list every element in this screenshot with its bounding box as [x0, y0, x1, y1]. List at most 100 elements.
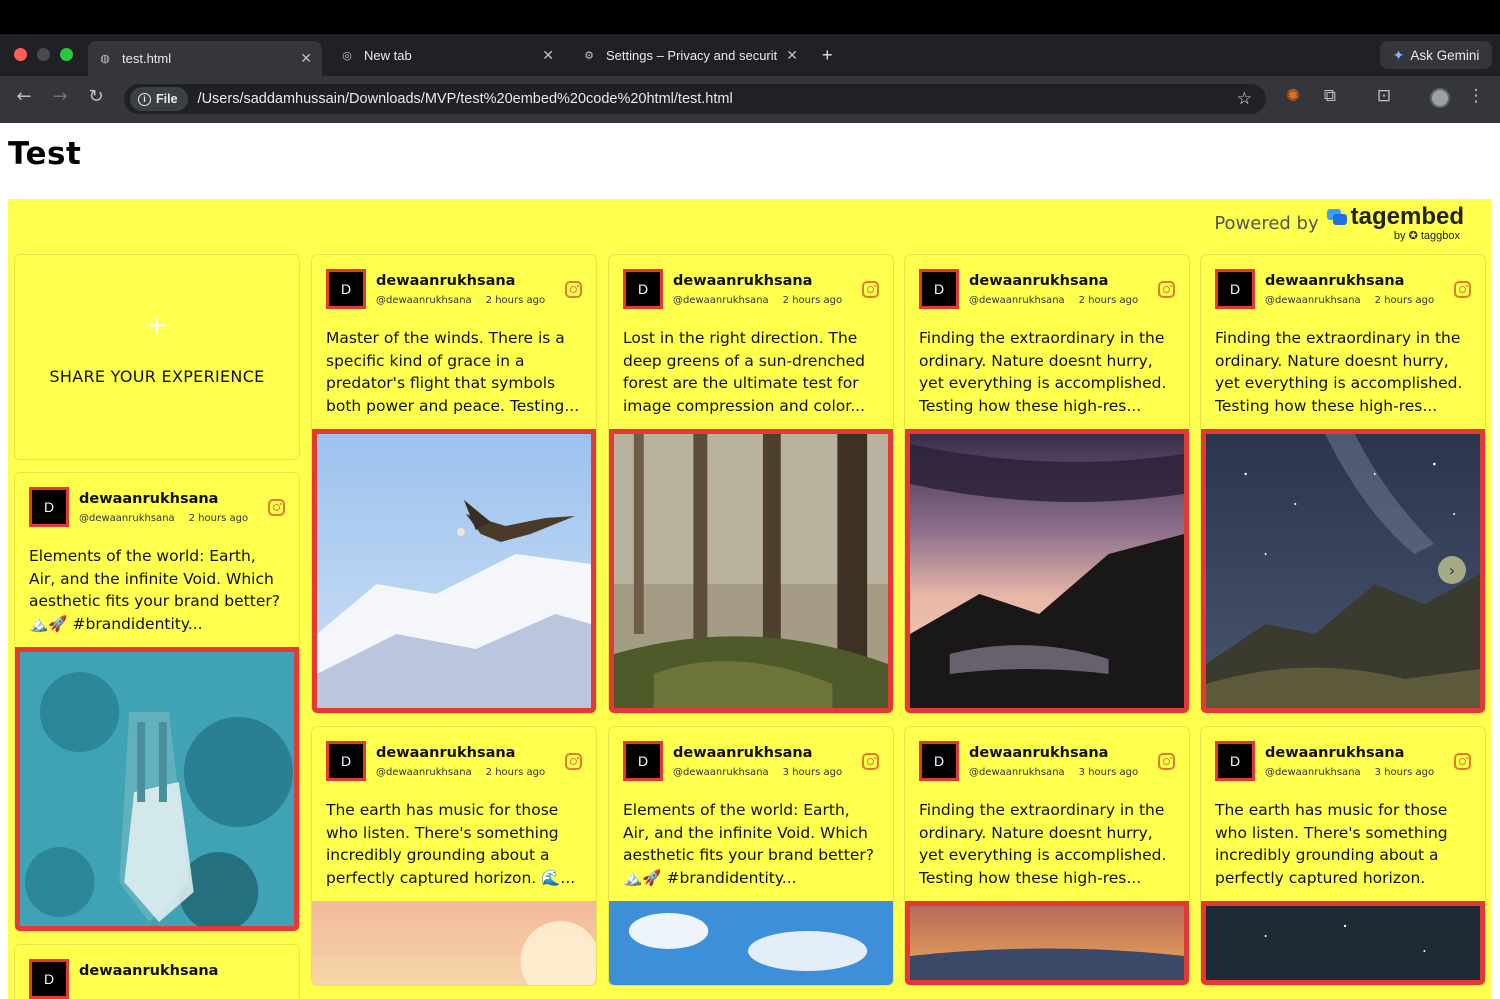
brand-name: tagembed	[1350, 203, 1464, 230]
author-name: dewaanrukhsana	[969, 273, 1109, 289]
avatar: D	[919, 741, 959, 781]
instagram-icon[interactable]	[1158, 281, 1175, 298]
post-header: D dewaanrukhsana @dewaanrukhsana 2 hours …	[312, 255, 596, 317]
author-name: dewaanrukhsana	[376, 273, 516, 289]
gemini-sparkle-icon: ✦	[1392, 46, 1405, 63]
wall-column: D dewaanrukhsana @dewaanrukhsana 2 hours …	[904, 254, 1190, 998]
tab-label: test.html	[122, 51, 172, 66]
gemini-label: Ask Gemini	[1410, 47, 1480, 63]
post-header: D dewaanrukhsana @dewaanrukhsana 3 hours …	[1201, 727, 1485, 789]
wall-column: + SHARE YOUR EXPERIENCE D dewaanrukhsana…	[14, 254, 300, 999]
close-icon[interactable]: ✕	[786, 47, 798, 64]
dusk-mountains-photo	[910, 434, 1184, 708]
instagram-icon[interactable]	[1454, 753, 1471, 770]
post-image-milky-way[interactable]: ›	[1201, 429, 1485, 713]
post-image-forest[interactable]	[609, 429, 893, 713]
post-text: Finding the extraordinary in the ordinar…	[919, 801, 1167, 887]
clouds-photo	[609, 901, 893, 985]
post-header: D dewaanrukhsana @dewaanrukhsana 2 hours …	[1201, 255, 1485, 317]
instagram-icon[interactable]	[862, 281, 879, 298]
post-card[interactable]: D dewaanrukhsana @dewaanrukhsana 2 hours …	[1200, 254, 1486, 714]
avatar: D	[919, 269, 959, 309]
instagram-icon[interactable]	[565, 753, 582, 770]
author-handle: @dewaanrukhsana	[673, 295, 769, 306]
forward-button[interactable]: →	[48, 86, 72, 107]
post-card[interactable]: D dewaanrukhsana @dewaanrukhsana 3 hours …	[608, 726, 894, 986]
post-time: 2 hours ago	[1374, 295, 1435, 306]
back-button[interactable]: ←	[12, 86, 36, 107]
profile-avatar[interactable]	[1430, 88, 1450, 108]
social-wall: Powered by tagembed by ✪ taggbox + SHARE…	[8, 199, 1492, 999]
author-handle: @dewaanrukhsana	[969, 295, 1065, 306]
claude-extension-icon[interactable]: ✺	[1281, 86, 1305, 106]
next-slide-button[interactable]: ›	[1438, 556, 1466, 584]
wall-column: D dewaanrukhsana @dewaanrukhsana 2 hours …	[608, 254, 894, 998]
powered-by-label: Powered by	[1214, 213, 1319, 234]
post-text: The earth has music for those who listen…	[326, 801, 576, 887]
globe-icon: ◍	[100, 53, 110, 65]
reload-button[interactable]: ↻	[84, 86, 108, 107]
night-sky-photo	[1206, 906, 1480, 980]
address-bar[interactable]: i File /Users/saddamhussain/Downloads/MV…	[124, 84, 1266, 114]
tab-test-html[interactable]: ◍ test.html ✕	[88, 41, 322, 76]
author-handle: @dewaanrukhsana	[376, 767, 472, 778]
post-time: 2 hours ago	[1078, 295, 1139, 306]
maximize-window-button[interactable]	[60, 48, 73, 61]
avatar: D	[1215, 269, 1255, 309]
post-header: D dewaanrukhsana @dewaanrukhsana 3 hours …	[905, 727, 1189, 789]
post-card[interactable]: D dewaanrukhsana @dewaanrukhsana 2 hours …	[311, 254, 597, 714]
tab-search-icon[interactable]: ⊡	[1372, 86, 1396, 106]
tagembed-logo: tagembed by ✪ taggbox	[1326, 203, 1464, 242]
more-menu-icon[interactable]: ⋮	[1464, 86, 1488, 106]
post-image-dusk-mountains[interactable]	[905, 429, 1189, 713]
tab-new-tab[interactable]: ◎ New tab ✕	[330, 41, 564, 69]
post-header: D dewaanrukhsana	[15, 945, 299, 999]
avatar: D	[623, 741, 663, 781]
post-card[interactable]: D dewaanrukhsana @dewaanrukhsana 3 hours …	[1200, 726, 1486, 986]
post-card[interactable]: D dewaanrukhsana @dewaanrukhsana 2 hours …	[904, 254, 1190, 714]
avatar: D	[623, 269, 663, 309]
post-card[interactable]: D dewaanrukhsana @dewaanrukhsana 2 hours …	[311, 726, 597, 986]
post-card[interactable]: D dewaanrukhsana	[14, 944, 300, 999]
post-text: Elements of the world: Earth, Air, and t…	[623, 801, 874, 887]
post-card[interactable]: D dewaanrukhsana @dewaanrukhsana 3 hours …	[904, 726, 1190, 986]
close-icon[interactable]: ✕	[300, 50, 312, 67]
bookmark-star-icon[interactable]: ☆	[1237, 89, 1252, 109]
instagram-icon[interactable]	[1158, 753, 1175, 770]
tab-settings[interactable]: ⚙ Settings – Privacy and securit ✕	[572, 41, 808, 69]
ask-gemini-button[interactable]: ✦ Ask Gemini	[1380, 41, 1492, 69]
avatar: D	[1215, 741, 1255, 781]
post-image-eagle[interactable]	[312, 429, 596, 713]
site-info-chip[interactable]: i File	[130, 87, 188, 111]
post-image-clouds[interactable]	[609, 901, 893, 985]
close-icon[interactable]: ✕	[542, 47, 554, 64]
url-text[interactable]: /Users/saddamhussain/Downloads/MVP/test%…	[198, 91, 733, 107]
instagram-icon[interactable]	[565, 281, 582, 298]
powered-by[interactable]: Powered by tagembed by ✪ taggbox	[1214, 203, 1464, 242]
post-header: D dewaanrukhsana @dewaanrukhsana 3 hours …	[609, 727, 893, 789]
post-image-night-sky[interactable]	[1201, 901, 1485, 985]
file-chip-label: File	[156, 92, 178, 106]
plus-icon: +	[822, 44, 833, 65]
post-image-shipwreck[interactable]	[15, 647, 299, 931]
post-card[interactable]: D dewaanrukhsana @dewaanrukhsana 2 hours …	[14, 472, 300, 932]
extensions-puzzle-icon[interactable]: ⧉	[1318, 86, 1342, 106]
instagram-icon[interactable]	[268, 499, 285, 516]
avatar: D	[326, 269, 366, 309]
post-image-lake-sunset[interactable]	[905, 901, 1189, 985]
avatar: D	[326, 741, 366, 781]
instagram-icon[interactable]	[862, 753, 879, 770]
instagram-icon[interactable]	[1454, 281, 1471, 298]
avatar: D	[29, 487, 69, 527]
post-image-sunset[interactable]	[312, 901, 596, 985]
plus-icon: +	[145, 308, 169, 341]
share-experience-card[interactable]: + SHARE YOUR EXPERIENCE	[14, 254, 300, 460]
new-tab-button[interactable]: +	[822, 41, 833, 69]
wall-column: D dewaanrukhsana @dewaanrukhsana 2 hours …	[311, 254, 597, 998]
post-time: 3 hours ago	[782, 767, 843, 778]
minimize-window-button[interactable]	[37, 48, 50, 61]
post-text: Lost in the right direction. The deep gr…	[623, 329, 866, 415]
close-window-button[interactable]	[14, 48, 27, 61]
post-card[interactable]: D dewaanrukhsana @dewaanrukhsana 2 hours …	[608, 254, 894, 714]
eagle-photo	[317, 434, 591, 708]
